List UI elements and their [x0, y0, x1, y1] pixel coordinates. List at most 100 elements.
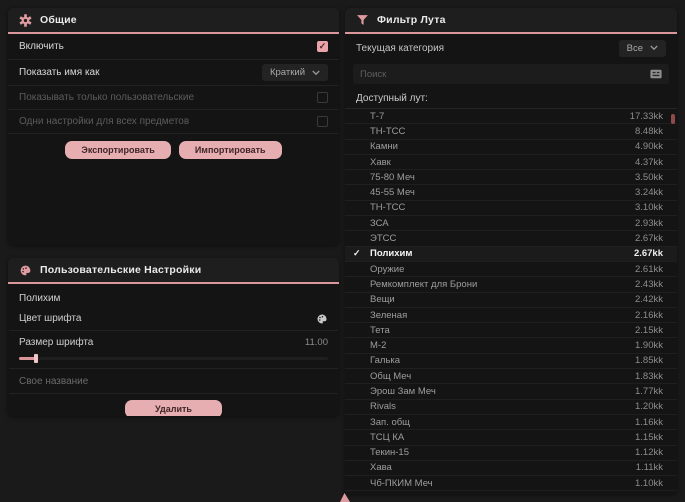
loot-item-name: Ремкомплект для Брони — [370, 278, 478, 290]
loot-item-check: ✓ — [353, 248, 361, 259]
loot-list-item[interactable]: ТСЦ КА 1.15kk — [345, 430, 677, 446]
show-name-label: Показать имя как — [19, 67, 100, 78]
general-panel: Общие Включить ✓ Показать имя как Кратки… — [8, 8, 339, 245]
custom-panel-header: Пользовательские Настройки — [8, 258, 339, 284]
loot-list-item[interactable]: Камни 4.90kk — [345, 140, 677, 155]
loot-list-item[interactable]: Общ Меч 1.83kk — [345, 369, 677, 385]
loot-item-value: 2.43kk — [635, 278, 663, 290]
loot-list-item[interactable]: Оружие 2.61kk — [345, 262, 677, 278]
category-dropdown-value: Все — [626, 42, 643, 54]
category-dropdown[interactable]: Все — [618, 39, 666, 57]
loot-list-item[interactable]: 45-55 Меч 3.24kk — [345, 185, 677, 201]
loot-item-name: ТН-ТСС — [370, 202, 406, 214]
loot-item-value: 1.16kk — [635, 416, 663, 428]
loot-list-item[interactable]: Зеленая 2.16kk — [345, 308, 677, 324]
enable-checkbox[interactable]: ✓ — [317, 41, 328, 52]
loot-list-item[interactable]: ЭТСС 2.67kk — [345, 231, 677, 247]
loot-item-value: 1.77kk — [635, 385, 663, 397]
category-label: Текущая категория — [356, 42, 445, 54]
loot-item-name: 45-55 Меч — [370, 187, 415, 199]
loot-item-name: Хава — [370, 462, 392, 474]
custom-panel-title: Пользовательские Настройки — [40, 264, 202, 276]
loot-list-item[interactable]: ЗСА 2.93kk — [345, 216, 677, 232]
loot-item-value: 3.50kk — [635, 171, 663, 183]
loot-item-value: 2.61kk — [635, 263, 663, 275]
enable-label: Включить — [19, 41, 64, 52]
export-button[interactable]: Экспортировать — [65, 141, 171, 159]
loot-item-name: Зеленая — [370, 309, 408, 321]
loot-list-item[interactable]: Тета 2.15kk — [345, 323, 677, 339]
loot-list-item[interactable]: ✓ Полихим 2.67kk — [345, 246, 677, 262]
loot-item-value: 3.10kk — [635, 202, 663, 214]
loot-list-item[interactable]: ТН-ТСС 8.48kk — [345, 124, 677, 140]
loot-item-name: М-2 — [370, 340, 387, 352]
loot-item-name: Вещи — [370, 294, 395, 306]
loot-list-item[interactable]: М-2 1.90kk — [345, 338, 677, 354]
loot-list-item[interactable]: Эрош Зам Меч 1.77kk — [345, 384, 677, 400]
loot-item-name: ТН-ТСС — [370, 125, 406, 137]
selected-item-name: Полихим — [19, 293, 61, 304]
loot-list-item[interactable]: Текин-15 1.12kk — [345, 446, 677, 461]
font-size-slider[interactable] — [19, 354, 328, 363]
chevron-down-icon — [312, 70, 320, 76]
loot-item-name: Галька — [370, 355, 401, 367]
loot-item-value: 4.37kk — [635, 156, 663, 168]
loot-item-name: ЭТСС — [370, 233, 397, 245]
general-panel-title: Общие — [40, 14, 77, 26]
show-name-dropdown[interactable]: Краткий — [261, 64, 328, 81]
loot-item-value: 1.20kk — [635, 401, 663, 413]
search-box — [353, 64, 669, 84]
loot-item-name: Общ Меч — [370, 370, 412, 382]
delete-button[interactable]: Удалить — [125, 400, 222, 416]
search-input[interactable] — [360, 68, 650, 80]
loot-item-name: Эрош Зам Меч — [370, 385, 436, 397]
loot-list-item[interactable]: Т-7 17.33kk — [345, 109, 677, 125]
same-settings-checkbox[interactable] — [317, 116, 328, 127]
general-panel-header: Общие — [8, 8, 339, 34]
loot-list-item[interactable]: Хава 1.11kk — [345, 461, 677, 477]
loot-item-name: Хавк — [370, 156, 391, 168]
loot-list-item[interactable]: Хавк 4.37kk — [345, 155, 677, 171]
loot-item-name: Оружие — [370, 263, 405, 275]
search-options-icon[interactable] — [650, 69, 662, 79]
only-custom-row: Показывать только пользовательские — [8, 86, 339, 110]
loot-item-value: 1.15kk — [635, 431, 663, 443]
slider-handle[interactable] — [34, 354, 38, 363]
mod-settings-screen: Общие Включить ✓ Показать имя как Кратки… — [0, 0, 685, 502]
font-color-row[interactable]: Цвет шрифта — [8, 307, 339, 330]
loot-list-item[interactable]: Rivals 1.20kk — [345, 400, 677, 415]
loot-list-item[interactable]: Вещи 2.42kk — [345, 293, 677, 308]
enable-row: Включить ✓ — [8, 34, 339, 60]
palette-icon — [19, 264, 32, 277]
only-custom-checkbox[interactable] — [317, 92, 328, 103]
loot-list-item[interactable]: 75-80 Меч 3.50kk — [345, 170, 677, 186]
custom-name-input[interactable] — [8, 369, 339, 393]
loot-list-item[interactable]: Зап. общ 1.16kk — [345, 415, 677, 431]
same-settings-label: Одни настройки для всех предметов — [19, 116, 190, 127]
loot-list-item[interactable]: ТН-ТСС 3.10kk — [345, 201, 677, 217]
filter-panel-header: Фильтр Лута — [345, 8, 677, 34]
loot-item-name: Камни — [370, 141, 398, 153]
loot-item-value: 3.24kk — [635, 187, 663, 199]
category-row: Текущая категория Все — [345, 34, 677, 62]
loot-item-name: Т-7 — [370, 110, 385, 122]
show-name-row: Показать имя как Краткий — [8, 60, 339, 86]
loot-filter-panel: Фильтр Лута Текущая категория Все Поиск … — [345, 8, 677, 494]
loot-list-item[interactable]: Ремкомплект для Брони 2.43kk — [345, 277, 677, 293]
corner-decoration — [340, 493, 350, 502]
font-color-label: Цвет шрифта — [19, 313, 82, 324]
scrollbar-thumb[interactable] — [671, 114, 675, 124]
filter-panel-title: Фильтр Лута — [377, 14, 446, 26]
loot-list-item[interactable]: Галька 1.85kk — [345, 354, 677, 370]
loot-item-name: 75-80 Меч — [370, 171, 415, 183]
loot-list-item[interactable]: Чб-ПКИМ Меч 1.10kk — [345, 476, 677, 492]
loot-list: Т-7 17.33kk ТН-ТСС 8.48kk Камни 4.90kk Х… — [345, 108, 677, 492]
loot-item-value: 4.90kk — [635, 141, 663, 153]
color-palette-icon[interactable] — [316, 313, 328, 325]
loot-item-value: 1.10kk — [635, 477, 663, 489]
only-custom-label: Показывать только пользовательские — [19, 92, 194, 103]
loot-item-name: Тета — [370, 324, 390, 336]
available-loot-label: Доступный лут: — [356, 93, 428, 104]
import-button[interactable]: Импортировать — [178, 141, 282, 159]
loot-item-value: 2.42kk — [635, 294, 663, 306]
